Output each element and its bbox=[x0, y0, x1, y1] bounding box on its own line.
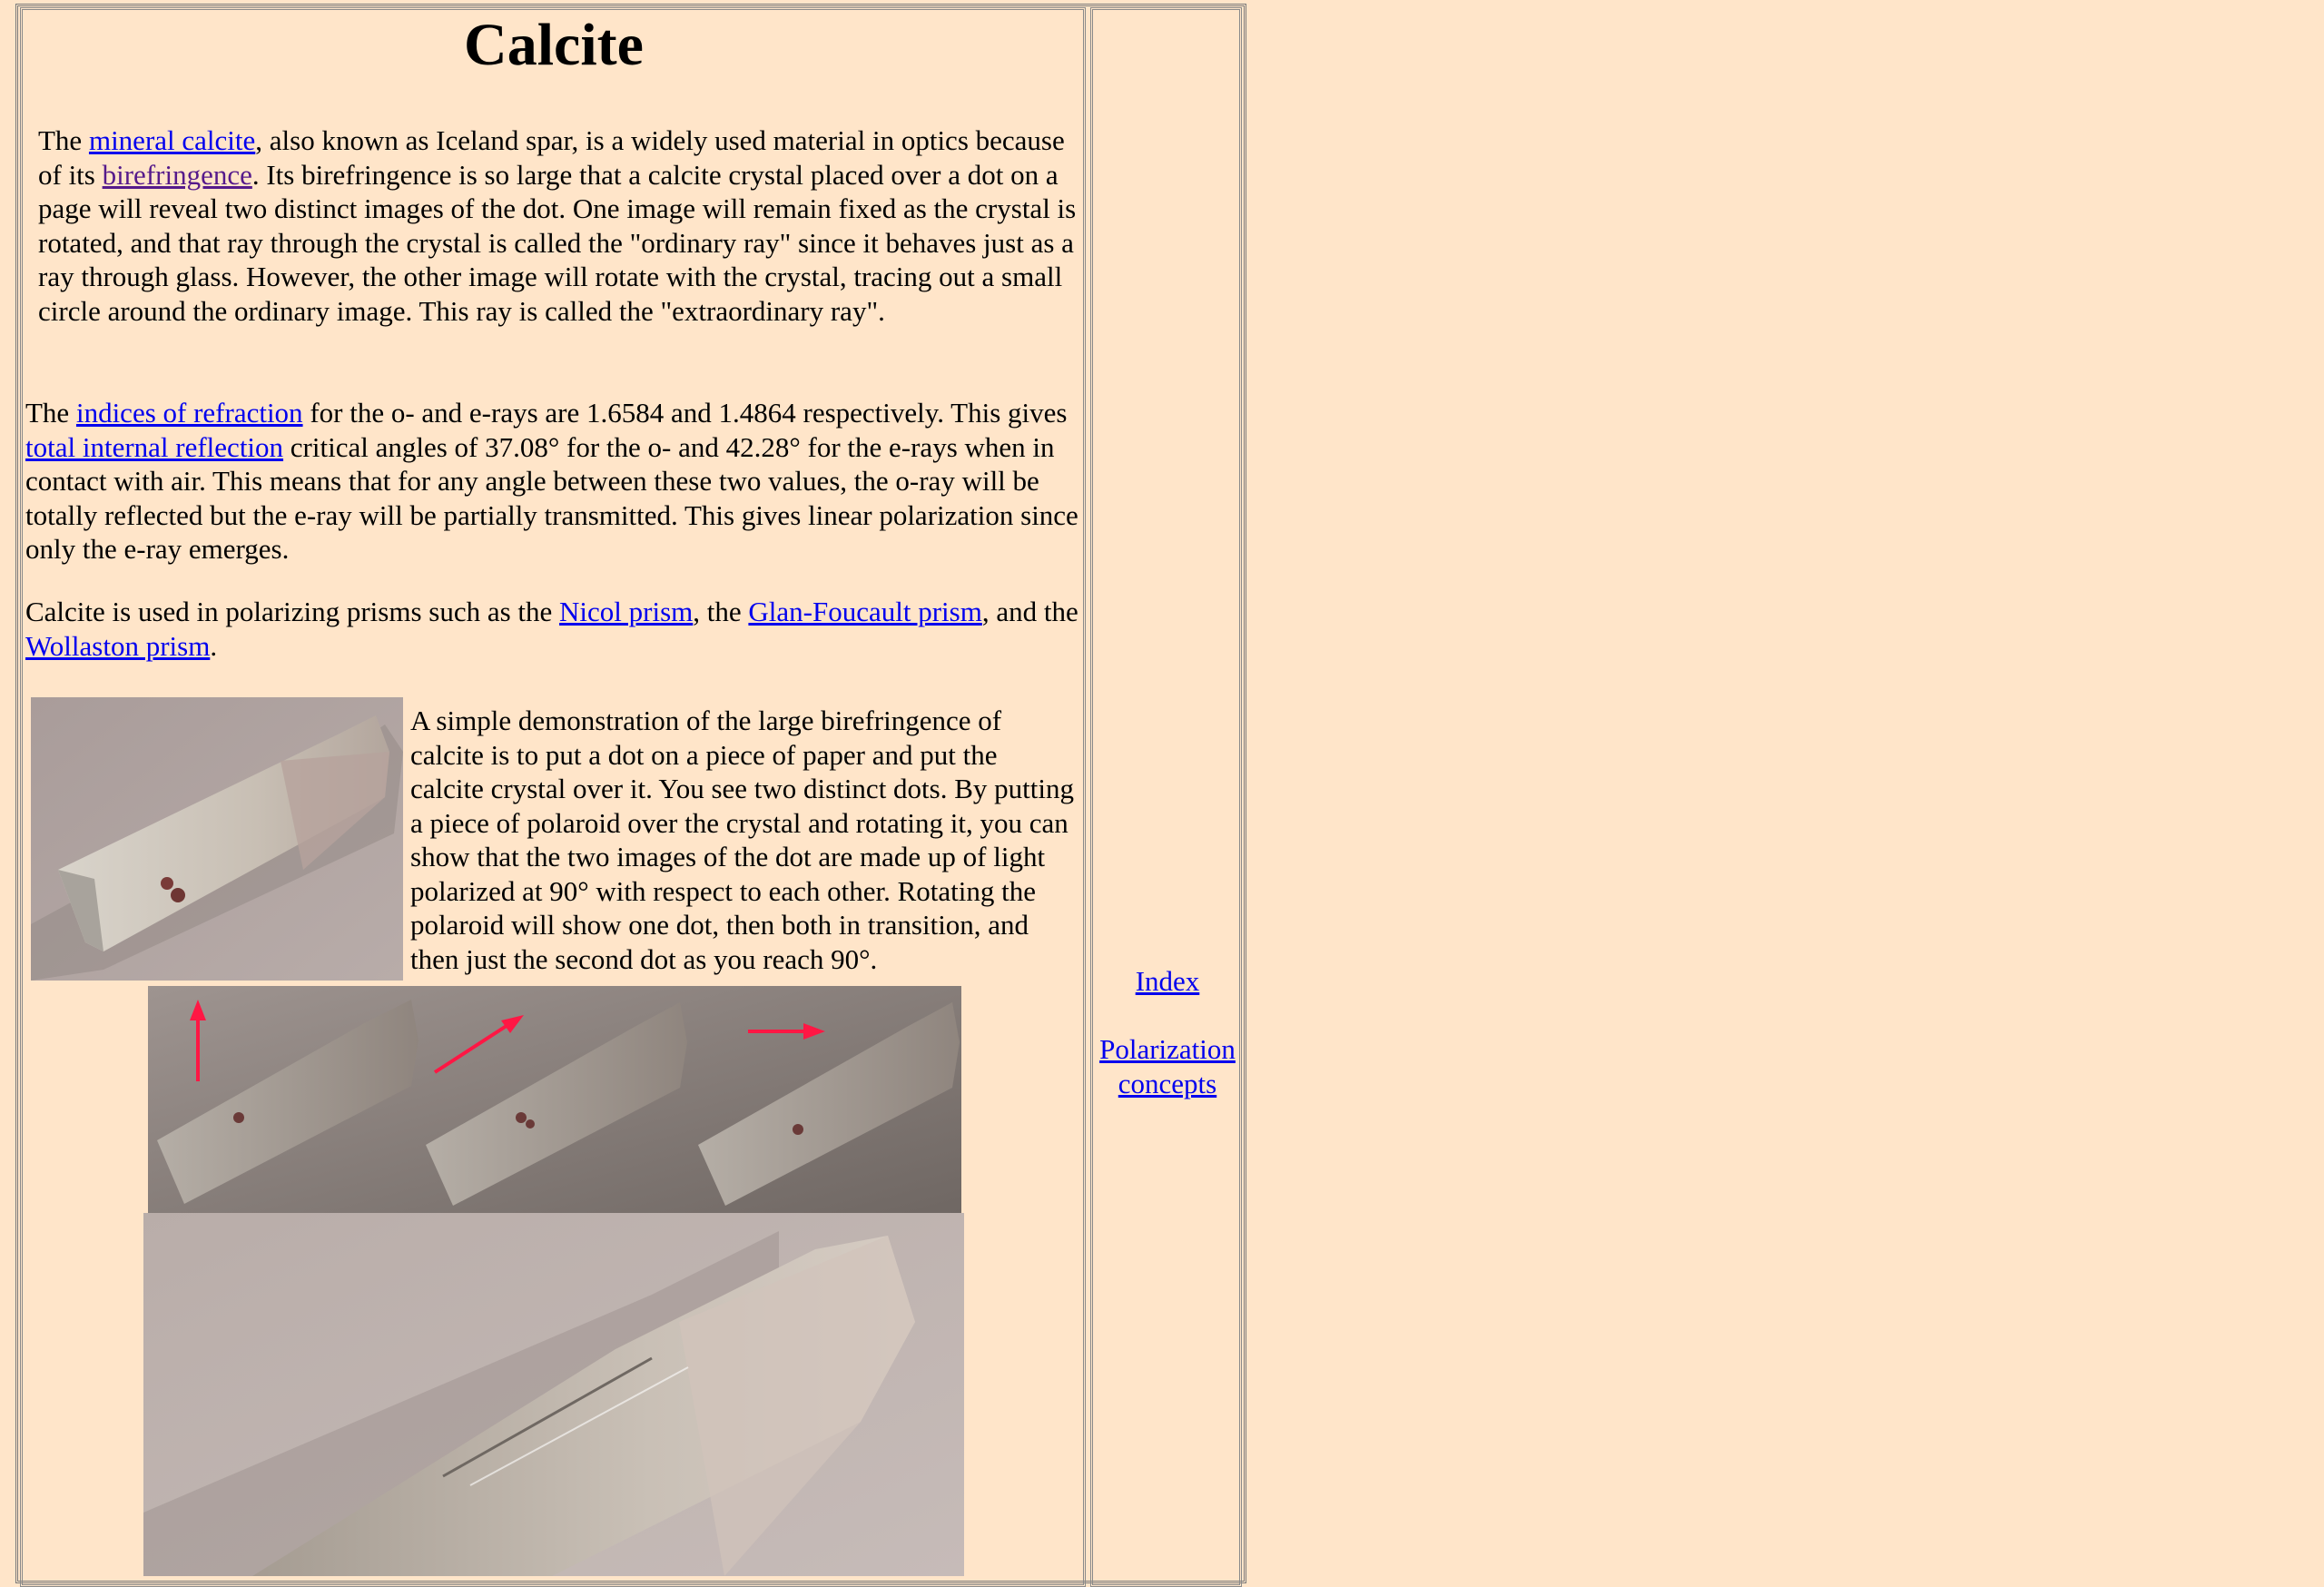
calcite-crystal-closeup-photo bbox=[143, 1213, 964, 1576]
prisms-paragraph: Calcite is used in polarizing prisms suc… bbox=[25, 595, 1082, 663]
indices-of-refraction-link[interactable]: indices of refraction bbox=[76, 397, 303, 429]
intro-paragraph: The mineral calcite, also known as Icela… bbox=[38, 123, 1082, 328]
refraction-text-2: for the o- and e-rays are 1.6584 and 1.4… bbox=[302, 397, 1068, 429]
polaroid-rotation-sequence-photo bbox=[148, 986, 961, 1213]
refraction-text-1: The bbox=[25, 397, 76, 429]
total-internal-reflection-link[interactable]: total internal reflection bbox=[25, 431, 283, 463]
page-title: Calcite bbox=[464, 12, 644, 78]
glan-foucault-prism-link[interactable]: Glan-Foucault prism bbox=[748, 596, 981, 627]
prisms-text-3: , and the bbox=[981, 596, 1078, 627]
index-link[interactable]: Index bbox=[1136, 964, 1200, 999]
prisms-text-4: . bbox=[210, 629, 218, 662]
intro-text-1: The bbox=[38, 124, 89, 156]
nicol-prism-link[interactable]: Nicol prism bbox=[559, 596, 693, 627]
prisms-text-2: , the bbox=[693, 596, 749, 627]
wollaston-prism-link[interactable]: Wollaston prism bbox=[25, 630, 210, 662]
polarization-concepts-link[interactable]: Polarization concepts bbox=[1095, 1032, 1240, 1100]
refraction-paragraph: The indices of refraction for the o- and… bbox=[25, 396, 1082, 567]
sidebar-nav: Index Polarization concepts bbox=[1095, 964, 1240, 1100]
sidebar-cell bbox=[1090, 7, 1242, 1587]
birefringence-link[interactable]: birefringence bbox=[103, 159, 252, 191]
calcite-crystal-photo bbox=[31, 697, 403, 981]
mineral-calcite-link[interactable]: mineral calcite bbox=[89, 124, 255, 156]
prisms-text-1: Calcite is used in polarizing prisms suc… bbox=[25, 596, 560, 627]
demonstration-paragraph: A simple demonstration of the large bire… bbox=[410, 705, 1074, 975]
